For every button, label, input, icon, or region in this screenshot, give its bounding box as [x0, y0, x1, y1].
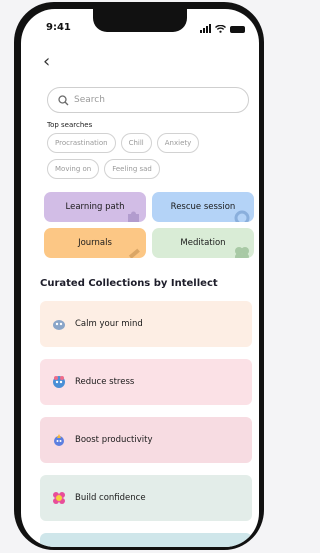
phone-frame: 9:41 ‹ Search Top searches Procrastinati…: [14, 2, 264, 550]
tile-label: Rescue session: [170, 202, 236, 212]
status-time: 9:41: [46, 22, 71, 33]
battery-icon: [230, 26, 245, 33]
card-label: Boost productivity: [75, 435, 153, 445]
tile-learning-path[interactable]: Learning path: [44, 192, 146, 222]
calm-mascot-icon: [53, 320, 65, 330]
tile-label: Journals: [78, 238, 112, 248]
status-icons: [200, 24, 245, 33]
collection-card-build-confidence[interactable]: Build confidence: [40, 475, 252, 521]
app-screen: 9:41 ‹ Search Top searches Procrastinati…: [21, 9, 259, 547]
collection-card-calm-your-mind[interactable]: Calm your mind: [40, 301, 252, 347]
clover-icon: [235, 247, 249, 258]
search-chip[interactable]: Moving on: [47, 159, 100, 179]
productivity-mascot-icon: [54, 434, 64, 446]
search-chip[interactable]: Procrastination: [47, 133, 116, 153]
top-searches-title: Top searches: [47, 121, 93, 129]
back-chevron-icon[interactable]: ‹: [43, 53, 50, 71]
tile-journals[interactable]: Journals: [44, 228, 146, 258]
card-label: Calm your mind: [75, 319, 143, 329]
tile-label: Learning path: [65, 202, 125, 212]
card-label: Build confidence: [75, 493, 146, 503]
collections-heading: Curated Collections by Intellect: [40, 278, 218, 289]
lifebuoy-icon: [234, 210, 250, 222]
collection-card-boost-productivity[interactable]: Boost productivity: [40, 417, 252, 463]
tile-rescue-session[interactable]: Rescue session: [152, 192, 254, 222]
search-input[interactable]: Search: [47, 87, 249, 113]
search-chip[interactable]: Feeling sad: [104, 159, 160, 179]
top-searches-chips: Procrastination Chill Anxiety Moving on …: [47, 133, 253, 179]
signal-icon: [200, 24, 211, 33]
wifi-icon: [215, 25, 226, 33]
collection-card-partial[interactable]: [40, 533, 252, 547]
tile-label: Meditation: [180, 238, 226, 248]
tile-meditation[interactable]: Meditation: [152, 228, 254, 258]
search-chip[interactable]: Chill: [120, 133, 152, 153]
pencil-icon: [128, 248, 140, 258]
confidence-mascot-icon: [53, 492, 65, 504]
search-icon: [58, 94, 69, 105]
search-placeholder: Search: [74, 95, 105, 105]
puzzle-icon: [128, 211, 139, 222]
camera-notch: [93, 9, 187, 32]
stress-mascot-icon: [53, 376, 65, 388]
search-chip[interactable]: Anxiety: [156, 133, 200, 153]
collection-card-reduce-stress[interactable]: Reduce stress: [40, 359, 252, 405]
card-label: Reduce stress: [75, 377, 135, 387]
